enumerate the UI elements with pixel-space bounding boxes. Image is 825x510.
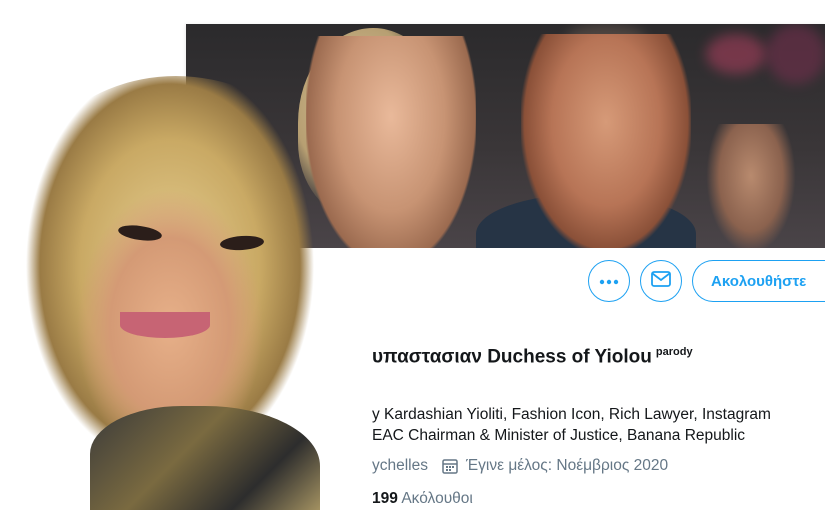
profile-meta: ychelles Έγινε μέλος: Νοέμβριος 2020 — [372, 457, 668, 475]
joined-date: Έγινε μέλος: Νοέμβριος 2020 — [466, 457, 669, 474]
overlay-portrait-photo — [0, 76, 366, 510]
following-label: Ακόλουθοι — [401, 490, 473, 507]
profile-bio: y Kardashian Yioliti, Fashion Icon, Rich… — [372, 404, 771, 446]
profile-name-row: υπαστασιαν Duchess of Yiolou parody — [372, 346, 693, 368]
more-options-button[interactable] — [588, 260, 630, 302]
bio-line: EAC Chairman & Minister of Justice, Bana… — [372, 427, 746, 444]
location-text: ychelles — [372, 457, 428, 474]
follow-button-label: Ακολουθήστε — [711, 272, 807, 290]
profile-actions: Ακολουθήστε — [588, 259, 825, 303]
envelope-icon — [651, 270, 671, 292]
follow-button[interactable]: Ακολουθήστε — [692, 260, 825, 302]
display-name: υπαστασιαν Duchess of Yiolou — [372, 346, 652, 368]
ellipsis-icon — [599, 272, 619, 290]
message-button[interactable] — [640, 260, 682, 302]
bio-line: y Kardashian Yioliti, Fashion Icon, Rich… — [372, 406, 771, 423]
follow-stats[interactable]: 199 Ακόλουθοι — [372, 490, 473, 508]
calendar-icon — [442, 458, 458, 474]
following-count: 199 — [372, 490, 398, 507]
parody-badge: parody — [655, 346, 693, 358]
